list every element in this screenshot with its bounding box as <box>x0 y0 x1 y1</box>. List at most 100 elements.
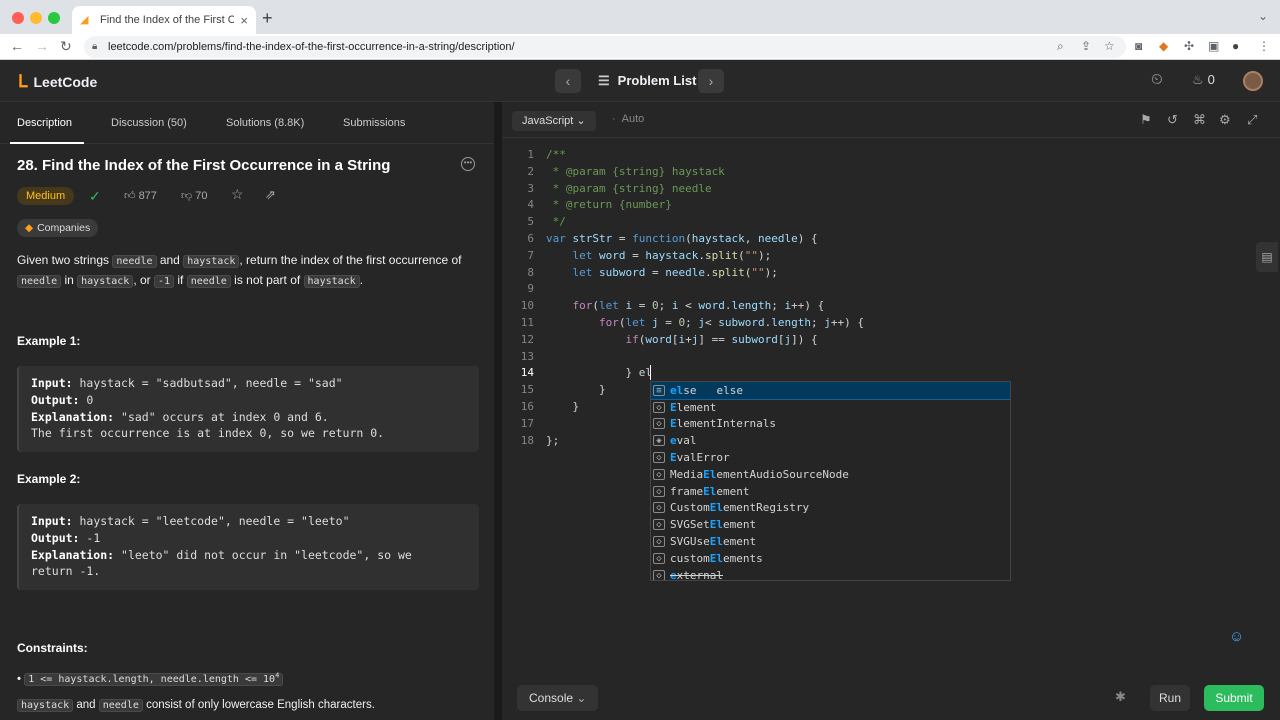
suggestion-item[interactable]: ◇ frameElement <box>651 483 1010 500</box>
url-field[interactable]: 🔒︎ leetcode.com/problems/find-the-index-… <box>84 36 1126 58</box>
desc-text: if <box>174 273 187 287</box>
bookmark-star-icon[interactable]: ☆ <box>1104 39 1115 53</box>
suggestion-item[interactable]: ◇ SVGUseElement <box>651 533 1010 550</box>
sidebar-icon[interactable]: ▣ <box>1208 39 1219 53</box>
debug-icon[interactable]: ✱ <box>1115 689 1126 705</box>
suggestion-item[interactable]: ◇ external <box>651 567 1010 580</box>
browser-menu-icon[interactable]: ⋮ <box>1258 39 1270 53</box>
example-2-input: haystack = "leetcode", needle = "leeto" <box>72 514 350 528</box>
desc-text: and <box>156 253 184 267</box>
suggestion-match: e <box>670 434 677 448</box>
suggestion-item[interactable]: ◇ customElements <box>651 550 1010 567</box>
suggestion-item[interactable]: ◇ CustomElementRegistry <box>651 500 1010 517</box>
problem-list-label: Problem List <box>617 73 697 88</box>
companies-tag[interactable]: ◆ Companies <box>17 219 99 237</box>
tab-search-chevron-icon[interactable]: ⌄ <box>1258 9 1268 23</box>
line-number: 6 <box>527 232 534 245</box>
back-arrow-icon[interactable]: ← <box>10 38 24 54</box>
camera-extension-icon[interactable]: ◙ <box>1135 39 1142 53</box>
suggestion-item[interactable]: ◇ MediaElementAudioSourceNode <box>651 466 1010 483</box>
autocomplete-suggestions[interactable]: ≡ else else ◇ Element ◇ ElementInternals ◈ eval ◇… <box>650 381 1011 581</box>
code-line: * @return {number} <box>546 198 672 212</box>
user-avatar[interactable] <box>1243 71 1263 91</box>
close-tab-icon[interactable]: × <box>240 13 248 28</box>
code-line: } <box>546 383 606 397</box>
profile-avatar-icon[interactable]: ● <box>1232 39 1239 53</box>
tab-submissions[interactable]: Submissions <box>343 117 405 129</box>
new-tab-icon[interactable]: + <box>262 8 273 29</box>
reload-icon[interactable]: ↻ <box>60 38 72 55</box>
suggestion-match: El <box>709 518 723 532</box>
auto-mode-toggle[interactable]: · Auto <box>612 113 644 125</box>
side-file-icon[interactable]: ▤ <box>1256 242 1278 272</box>
settings-gear-icon[interactable]: ⚙ <box>1219 112 1231 128</box>
share-link-icon[interactable]: ⇗ <box>265 187 276 203</box>
console-button[interactable]: Console ⌄ <box>517 685 599 711</box>
line-number: 3 <box>527 181 534 195</box>
constraint-1: • 1 <= haystack.length, needle.length <=… <box>17 672 284 687</box>
zoom-icon[interactable]: ⌕ <box>1057 39 1064 54</box>
suggestion-label: Element <box>670 401 716 414</box>
more-options-icon[interactable]: ••• <box>461 157 475 171</box>
submit-button[interactable]: Submit <box>1204 685 1264 711</box>
tab-discussion[interactable]: Discussion (50) <box>111 117 187 129</box>
suggestion-label: CustomElementRegistry <box>670 501 809 514</box>
next-problem-button[interactable]: › <box>698 69 724 93</box>
desc-text: in <box>61 273 78 287</box>
close-window-button[interactable] <box>12 12 24 24</box>
run-button[interactable]: Run <box>1150 685 1190 711</box>
line-number: 14 <box>520 366 534 380</box>
code-line: } el <box>546 366 652 380</box>
share-icon[interactable]: ⇪ <box>1081 39 1091 53</box>
panel-resize-handle[interactable] <box>494 102 502 720</box>
suggestion-suffix: ement <box>723 535 757 549</box>
suggestion-item[interactable]: ◈ eval <box>651 432 1010 449</box>
thumbs-up-icon: 👍︎ <box>124 190 139 202</box>
code-line: /** <box>546 148 566 161</box>
timer-icon[interactable]: ⏲ <box>1151 71 1163 88</box>
prev-problem-button[interactable]: ‹ <box>555 69 581 93</box>
desc-text: is not part of <box>230 273 304 287</box>
minimize-window-button[interactable] <box>30 12 42 24</box>
variable-icon: ◇ <box>653 519 665 531</box>
suggestion-match: El <box>709 501 723 515</box>
like-button[interactable]: 👍︎ 877 <box>124 189 157 202</box>
text-cursor <box>650 365 651 380</box>
shortcut-icon[interactable]: ⌘ <box>1193 112 1206 128</box>
tag-icon: ◆ <box>25 222 34 234</box>
extensions-puzzle-icon[interactable]: ✣ <box>1184 39 1194 53</box>
forward-arrow-icon[interactable]: → <box>35 38 49 54</box>
favorite-star-icon[interactable]: ☆ <box>231 186 244 203</box>
line-number: 9 <box>527 282 534 296</box>
suggestion-item[interactable]: ◇ Element <box>651 399 1010 416</box>
suggestion-suffix: ement <box>723 518 757 532</box>
suggestion-item[interactable]: ◇ SVGSetElement <box>651 516 1010 533</box>
example-2-explanation: "leeto" did not occur in "leetcode", so … <box>114 547 412 562</box>
browser-tab[interactable]: ◢ Find the Index of the First Occu × <box>72 6 256 34</box>
leetcode-logo[interactable]: ᒪ LeetCode <box>18 72 97 92</box>
suggestion-item[interactable]: ≡ else else <box>651 382 1010 400</box>
line-number: 15 <box>520 383 534 397</box>
suggestion-item[interactable]: ◇ ElementInternals <box>651 416 1010 433</box>
language-select[interactable]: JavaScript ⌄ <box>512 111 596 131</box>
dislike-button[interactable]: 👎︎ 70 <box>181 189 207 202</box>
feedback-chat-icon[interactable]: ☺ <box>1229 628 1244 645</box>
bookmark-icon[interactable]: ⚑ <box>1140 112 1152 128</box>
leetcode-logo-icon: ᒪ <box>18 72 28 91</box>
tab-description[interactable]: Description <box>17 117 72 129</box>
leetcode-favicon-icon: ◢ <box>80 14 89 26</box>
constraint-1-text: 1 <= haystack.length, needle.length <= 1… <box>28 674 276 686</box>
tab-title: Find the Index of the First Occu <box>100 14 235 26</box>
line-number: 7 <box>527 248 534 262</box>
reset-code-icon[interactable]: ↺ <box>1167 112 1178 128</box>
example-1-box: Input: haystack = "sadbutsad", needle = … <box>17 366 479 452</box>
fullscreen-icon[interactable]: ⤢ <box>1247 112 1257 128</box>
streak-counter[interactable]: ♨ 0 <box>1192 72 1215 88</box>
variable-icon: ◇ <box>653 418 665 430</box>
problem-list-button[interactable]: ☰ Problem List <box>598 73 696 89</box>
metamask-extension-icon[interactable]: ◆ <box>1159 39 1168 53</box>
maximize-window-button[interactable] <box>48 12 60 24</box>
suggestion-item[interactable]: ◇ EvalError <box>651 449 1010 466</box>
tab-solutions[interactable]: Solutions (8.8K) <box>226 117 304 129</box>
suggestion-detail: else <box>716 383 744 397</box>
